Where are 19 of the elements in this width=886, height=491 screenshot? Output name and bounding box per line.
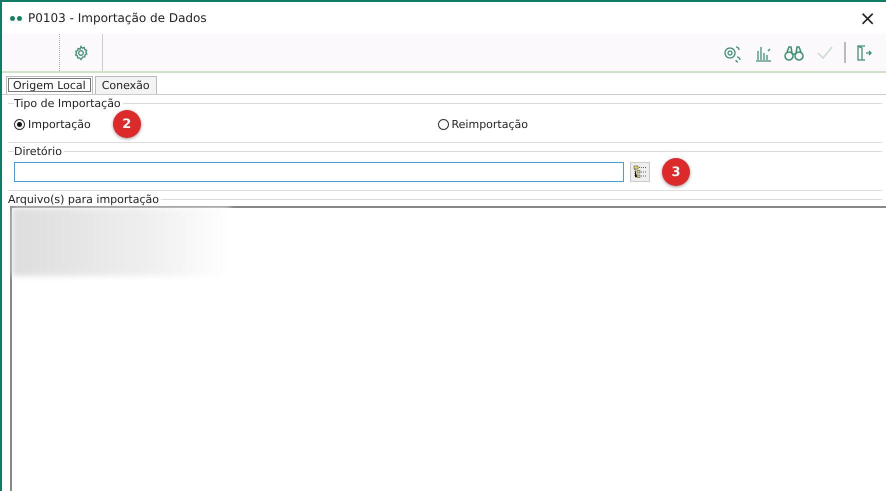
binoculars-icon: [784, 44, 804, 62]
window-title: P0103 - Importação de Dados: [28, 11, 208, 25]
app-logo-icon: [10, 16, 22, 20]
radio-option[interactable]: Importação: [14, 118, 91, 130]
check-icon: [816, 44, 834, 60]
tab[interactable]: Origem Local: [6, 76, 93, 94]
group-label: Arquivo(s) para importação: [8, 193, 160, 206]
folder-tree-icon: [633, 165, 647, 179]
browse-button[interactable]: [630, 162, 650, 182]
radio-option[interactable]: Reimportação: [438, 118, 528, 130]
close-button[interactable]: ×: [857, 8, 878, 28]
group-label: Tipo de Importação: [14, 97, 122, 110]
settings-icon: [73, 44, 89, 60]
step-callout: 2: [112, 110, 141, 138]
directory-field[interactable]: [14, 162, 624, 182]
exit-icon: [856, 44, 872, 62]
group-label: Diretório: [14, 145, 63, 158]
step-callout: 3: [662, 158, 690, 186]
tab[interactable]: Conexão: [94, 76, 157, 94]
